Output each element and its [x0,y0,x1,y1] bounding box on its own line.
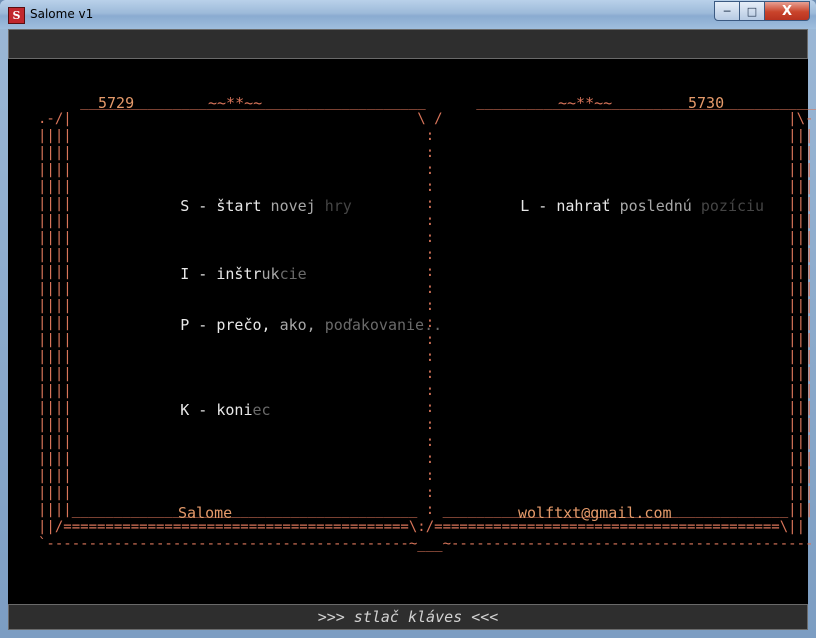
status-bar: >>> stlač kláves <<< [8,604,808,630]
minimize-button[interactable]: ─ [714,1,740,21]
menu-key-instructions: I - [180,265,217,283]
game-screen[interactable]: ________________________________________… [8,59,816,604]
left-footer-title: Salome [178,504,233,522]
press-key-prompt: >>> stlač kláves <<< [317,608,499,626]
menu-item-quit[interactable]: K - koniec [108,385,270,436]
menu-key-quit: K - [180,401,217,419]
menu-key-about: P - [180,316,217,334]
right-page-number: 5730 [688,94,725,112]
menu-key-load: L - [520,197,557,215]
right-footer-email: wolftxt@gmail.com [518,504,672,522]
left-page-number: 5729 [98,94,135,112]
game-client-area: ________________________________________… [8,29,816,630]
menu-item-about[interactable]: P - prečo, ako, poďakovanie.. [108,300,442,351]
window-title: Salome v1 [30,7,94,21]
menu-key-start: S - [180,197,217,215]
top-toolbar [8,29,808,59]
menu-item-instructions[interactable]: I - inštrukcie [108,249,306,300]
close-button[interactable]: X [765,1,810,21]
left-ornament: ~~**~~ [208,94,263,112]
title-bar[interactable]: S Salome v1 ─ □ X [0,0,816,29]
app-window: S Salome v1 ─ □ X ______________________… [0,0,816,638]
window-controls: ─ □ X [714,1,810,21]
right-ornament: ~~**~~ [558,94,613,112]
menu-item-start[interactable]: S - štart novej hry [108,181,352,232]
menu-item-load[interactable]: L - nahrať poslednú pozíciu [448,181,764,232]
app-icon: S [8,7,25,24]
maximize-button[interactable]: □ [740,1,765,21]
